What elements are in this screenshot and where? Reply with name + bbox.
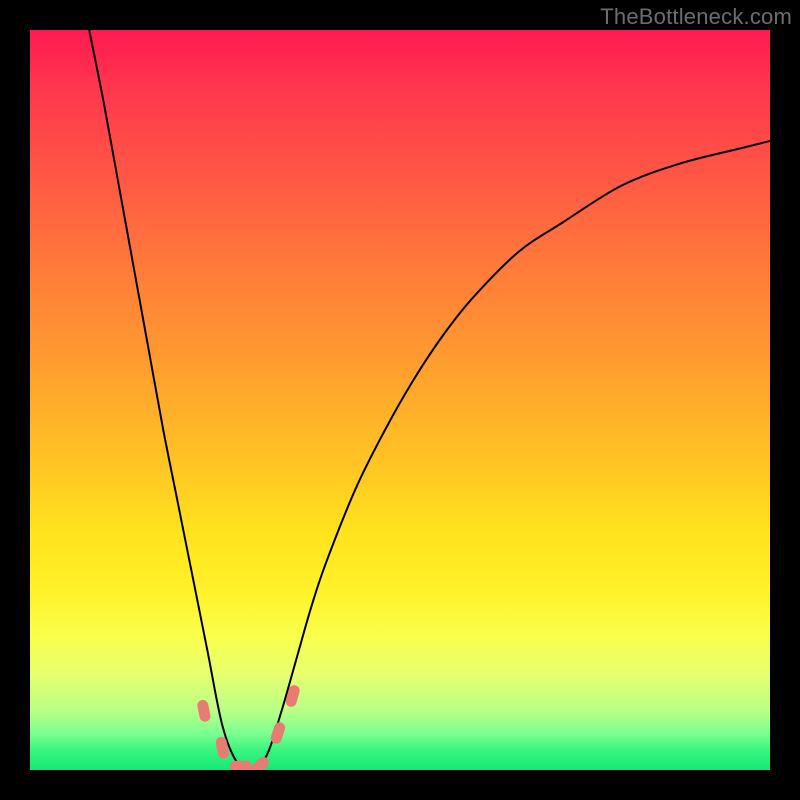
plot-area (30, 30, 770, 770)
minimum-marker (215, 736, 230, 760)
watermark-text: TheBottleneck.com (600, 4, 792, 30)
chart-frame: TheBottleneck.com (0, 0, 800, 800)
minimum-marker (269, 721, 286, 745)
curve-svg (30, 30, 770, 770)
bottleneck-curve (89, 30, 770, 770)
minimum-marker (248, 755, 271, 770)
minimum-marker (230, 761, 252, 770)
minimum-marker (196, 699, 211, 723)
